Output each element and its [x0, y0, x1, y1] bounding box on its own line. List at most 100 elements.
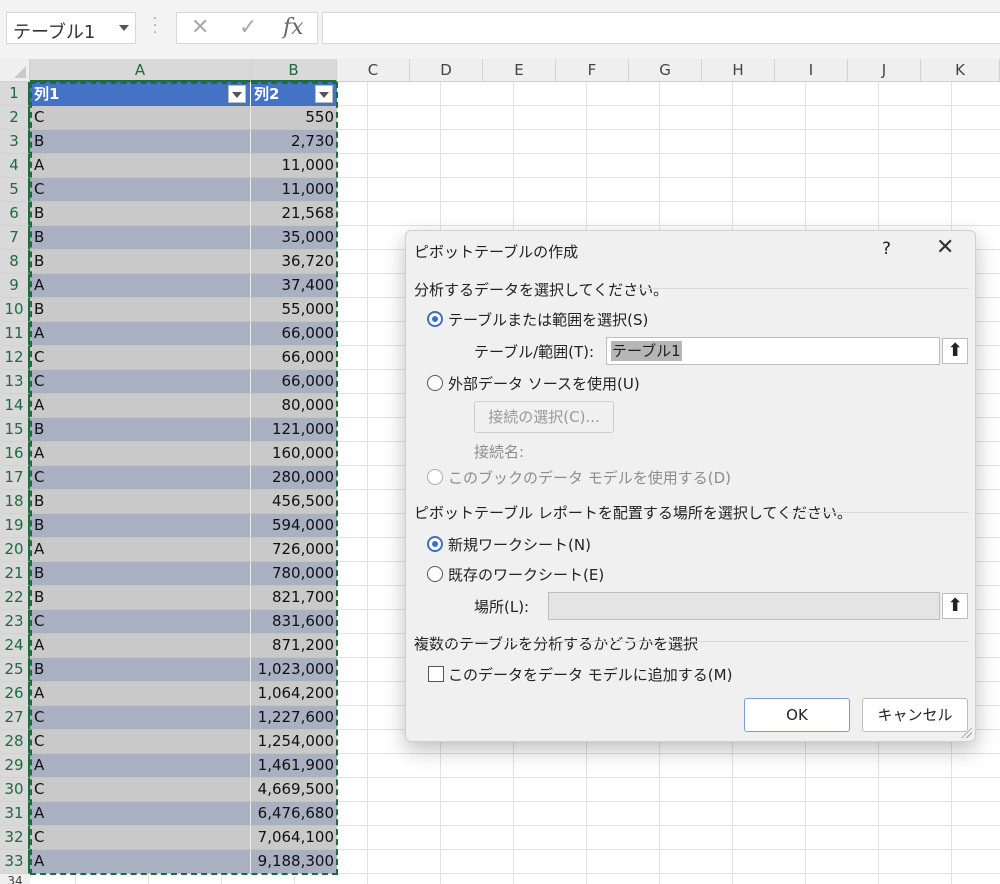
- add-to-data-model-checkbox[interactable]: [428, 666, 444, 682]
- collapse-dialog-icon[interactable]: ⬆: [942, 593, 968, 619]
- cancel-icon[interactable]: ✕: [191, 15, 209, 40]
- row-header[interactable]: 18: [0, 490, 30, 514]
- table-cell-col1[interactable]: A: [30, 394, 251, 417]
- radio-external-source[interactable]: [427, 375, 443, 391]
- row-header[interactable]: 30: [0, 778, 30, 802]
- table-cell-col2[interactable]: 280,000: [251, 466, 337, 489]
- resize-grip-icon[interactable]: [962, 728, 972, 738]
- select-all-corner[interactable]: [0, 59, 30, 82]
- row-header[interactable]: 4: [0, 154, 30, 178]
- location-input[interactable]: [548, 592, 940, 620]
- table-cell-col1[interactable]: B: [30, 130, 251, 153]
- table-cell-col1[interactable]: B: [30, 658, 251, 681]
- column-header[interactable]: H: [702, 59, 775, 82]
- column-header[interactable]: F: [556, 59, 629, 82]
- row-header[interactable]: 7: [0, 226, 30, 250]
- row-header[interactable]: 27: [0, 706, 30, 730]
- table-cell-col2[interactable]: 831,600: [251, 610, 337, 633]
- help-icon[interactable]: ?: [882, 239, 891, 259]
- table-cell-col2[interactable]: 6,476,680: [251, 802, 337, 825]
- table-cell-col2[interactable]: 1,461,900: [251, 754, 337, 777]
- table-cell-col1[interactable]: B: [30, 250, 251, 273]
- column-header[interactable]: E: [483, 59, 556, 82]
- table-cell-col2[interactable]: 1,254,000: [251, 730, 337, 753]
- table-cell-col2[interactable]: 11,000: [251, 154, 337, 177]
- table-cell-col2[interactable]: 871,200: [251, 634, 337, 657]
- row-header[interactable]: 33: [0, 850, 30, 874]
- table-cell-col1[interactable]: B: [30, 202, 251, 225]
- row-header[interactable]: 14: [0, 394, 30, 418]
- table-cell-col1[interactable]: A: [30, 634, 251, 657]
- cancel-button[interactable]: キャンセル: [862, 698, 968, 732]
- table-cell-col1[interactable]: C: [30, 178, 251, 201]
- row-header[interactable]: 34: [0, 874, 30, 884]
- table-cell-col1[interactable]: A: [30, 682, 251, 705]
- row-header[interactable]: 6: [0, 202, 30, 226]
- filter-dropdown-icon[interactable]: [315, 85, 333, 103]
- table-cell-col2[interactable]: 1,064,200: [251, 682, 337, 705]
- row-header[interactable]: 3: [0, 130, 30, 154]
- row-header[interactable]: 16: [0, 442, 30, 466]
- table-cell-col1[interactable]: C: [30, 610, 251, 633]
- row-header[interactable]: 32: [0, 826, 30, 850]
- table-cell-col2[interactable]: 35,000: [251, 226, 337, 249]
- table-cell-col2[interactable]: 726,000: [251, 538, 337, 561]
- table-cell-col1[interactable]: C: [30, 778, 251, 801]
- table-cell-col1[interactable]: A: [30, 754, 251, 777]
- enter-icon[interactable]: ✓: [239, 15, 257, 40]
- row-header[interactable]: 29: [0, 754, 30, 778]
- filter-dropdown-icon[interactable]: [228, 85, 246, 103]
- column-header[interactable]: K: [921, 59, 1000, 82]
- table-cell-col2[interactable]: 821,700: [251, 586, 337, 609]
- table-cell-col1[interactable]: A: [30, 274, 251, 297]
- radio-data-model-label[interactable]: このブックのデータ モデルを使用する(D): [448, 467, 731, 488]
- row-header[interactable]: 1: [0, 82, 30, 106]
- table-cell-col1[interactable]: B: [30, 514, 251, 537]
- column-header[interactable]: A: [30, 59, 251, 82]
- row-header[interactable]: 28: [0, 730, 30, 754]
- close-icon[interactable]: ✕: [936, 235, 954, 260]
- table-cell-col2[interactable]: 160,000: [251, 442, 337, 465]
- row-header[interactable]: 22: [0, 586, 30, 610]
- column-header[interactable]: I: [775, 59, 848, 82]
- fx-icon[interactable]: fx: [283, 15, 304, 40]
- choose-connection-button[interactable]: 接続の選択(C)...: [474, 401, 614, 433]
- collapse-dialog-icon[interactable]: ⬆: [942, 338, 968, 364]
- column-header[interactable]: J: [848, 59, 921, 82]
- row-header[interactable]: 5: [0, 178, 30, 202]
- table-cell-col1[interactable]: A: [30, 442, 251, 465]
- table-cell-col2[interactable]: 2,730: [251, 130, 337, 153]
- table-cell-col2[interactable]: 7,064,100: [251, 826, 337, 849]
- table-header-col1[interactable]: 列1: [30, 82, 251, 106]
- row-header[interactable]: 12: [0, 346, 30, 370]
- row-header[interactable]: 25: [0, 658, 30, 682]
- radio-data-model[interactable]: [427, 469, 443, 485]
- table-cell-col1[interactable]: C: [30, 106, 251, 129]
- row-header[interactable]: 8: [0, 250, 30, 274]
- table-cell-col1[interactable]: C: [30, 826, 251, 849]
- radio-existing-sheet-label[interactable]: 既存のワークシート(E): [448, 564, 604, 585]
- table-cell-col1[interactable]: C: [30, 466, 251, 489]
- table-cell-col2[interactable]: 550: [251, 106, 337, 129]
- radio-table-range-label[interactable]: テーブルまたは範囲を選択(S): [448, 309, 648, 330]
- row-header[interactable]: 26: [0, 682, 30, 706]
- table-cell-col1[interactable]: B: [30, 418, 251, 441]
- row-header[interactable]: 11: [0, 322, 30, 346]
- row-header[interactable]: 19: [0, 514, 30, 538]
- table-cell-col1[interactable]: B: [30, 586, 251, 609]
- row-header[interactable]: 2: [0, 106, 30, 130]
- table-cell-col2[interactable]: 55,000: [251, 298, 337, 321]
- table-cell-col2[interactable]: 1,227,600: [251, 706, 337, 729]
- table-cell-col1[interactable]: B: [30, 562, 251, 585]
- column-header[interactable]: D: [410, 59, 483, 82]
- table-cell-col1[interactable]: A: [30, 802, 251, 825]
- table-range-input[interactable]: テーブル1: [606, 337, 940, 365]
- column-header[interactable]: C: [337, 59, 410, 82]
- table-cell-col2[interactable]: 9,188,300: [251, 850, 337, 873]
- chevron-down-icon[interactable]: [119, 25, 129, 31]
- radio-new-sheet-label[interactable]: 新規ワークシート(N): [448, 534, 591, 555]
- row-header[interactable]: 13: [0, 370, 30, 394]
- table-cell-col1[interactable]: B: [30, 226, 251, 249]
- table-cell-col1[interactable]: B: [30, 490, 251, 513]
- table-cell-col1[interactable]: A: [30, 154, 251, 177]
